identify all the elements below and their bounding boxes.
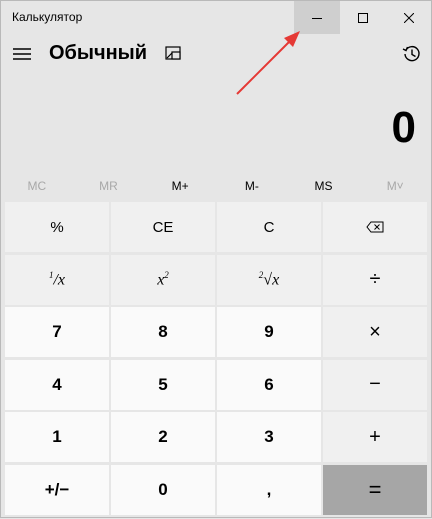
digit-0-button[interactable]: 0 <box>111 464 215 515</box>
multiply-button[interactable]: × <box>323 307 427 358</box>
reciprocal-label: 1/x <box>48 269 66 289</box>
memory-recall-button[interactable]: MR <box>73 171 145 201</box>
hamburger-icon[interactable] <box>12 45 34 63</box>
memory-subtract-button[interactable]: M- <box>216 171 288 201</box>
digit-3-button[interactable]: 3 <box>217 412 321 463</box>
history-icon[interactable] <box>402 44 422 64</box>
memory-list-button[interactable]: M˅ <box>359 171 431 201</box>
calculator-window: Калькулятор Обычный 0 MC MR M+ M- MS M˅ <box>0 0 432 518</box>
square-label: x2 <box>157 269 169 289</box>
memory-store-button[interactable]: MS <box>288 171 360 201</box>
close-button[interactable] <box>386 1 432 34</box>
decimal-button[interactable]: , <box>217 464 321 515</box>
title-bar[interactable]: Калькулятор <box>1 1 431 35</box>
memory-clear-button[interactable]: MC <box>1 171 73 201</box>
add-button[interactable]: + <box>323 412 427 463</box>
divide-button[interactable]: ÷ <box>323 254 427 305</box>
digit-8-button[interactable]: 8 <box>111 307 215 358</box>
keypad: % CE C 1/x x2 2√x ÷ 7 8 9 × 4 5 6 − 1 2 … <box>5 202 429 515</box>
percent-button[interactable]: % <box>5 202 109 252</box>
maximize-icon <box>358 12 368 23</box>
backspace-icon <box>366 221 384 233</box>
equals-button[interactable]: = <box>323 464 427 515</box>
keep-on-top-icon[interactable] <box>164 45 182 63</box>
memory-add-button[interactable]: M+ <box>144 171 216 201</box>
digit-1-button[interactable]: 1 <box>5 412 109 463</box>
digit-7-button[interactable]: 7 <box>5 307 109 358</box>
clear-button[interactable]: C <box>217 202 321 252</box>
digit-9-button[interactable]: 9 <box>217 307 321 358</box>
memory-row: MC MR M+ M- MS M˅ <box>1 171 431 201</box>
mode-title: Обычный <box>49 42 148 64</box>
square-root-button[interactable]: 2√x <box>217 254 321 305</box>
digit-2-button[interactable]: 2 <box>111 412 215 463</box>
digit-4-button[interactable]: 4 <box>5 359 109 410</box>
minimize-button[interactable] <box>294 1 340 34</box>
digit-6-button[interactable]: 6 <box>217 359 321 410</box>
result-display: 0 <box>391 103 416 152</box>
close-icon <box>404 12 414 23</box>
backspace-button[interactable] <box>323 202 427 252</box>
minimize-icon <box>312 17 322 19</box>
square-root-label: 2√x <box>258 269 280 289</box>
negate-button[interactable]: +/− <box>5 464 109 515</box>
clear-entry-button[interactable]: CE <box>111 202 215 252</box>
reciprocal-button[interactable]: 1/x <box>5 254 109 305</box>
window-title: Калькулятор <box>12 10 83 24</box>
subtract-button[interactable]: − <box>323 359 427 410</box>
digit-5-button[interactable]: 5 <box>111 359 215 410</box>
square-button[interactable]: x2 <box>111 254 215 305</box>
maximize-button[interactable] <box>340 1 386 34</box>
